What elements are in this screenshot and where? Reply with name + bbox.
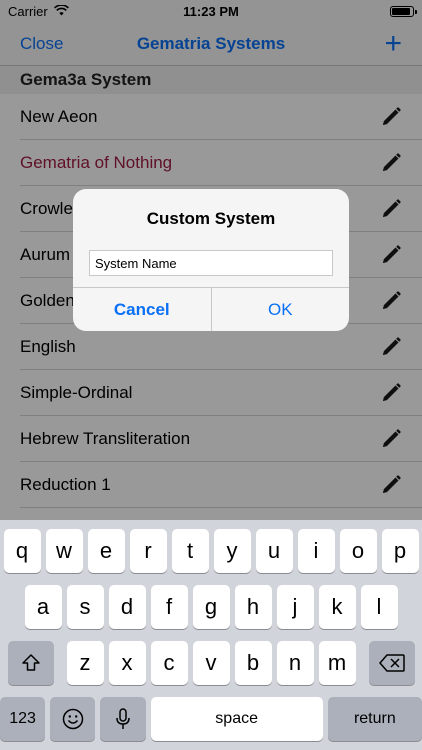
shift-key[interactable] (7, 641, 54, 685)
microphone-icon (116, 708, 130, 729)
key-i[interactable]: i (297, 529, 335, 573)
key-k[interactable]: k (318, 585, 356, 629)
key-t[interactable]: t (171, 529, 209, 573)
key-p[interactable]: p (381, 529, 419, 573)
key-d[interactable]: d (108, 585, 146, 629)
custom-system-alert: Custom System System Name Cancel OK (73, 189, 349, 331)
key-z[interactable]: z (66, 641, 104, 685)
return-key[interactable]: return (327, 697, 422, 741)
key-b[interactable]: b (234, 641, 272, 685)
key-v[interactable]: v (192, 641, 230, 685)
keyboard-row-3: zxcvbnm (0, 641, 422, 685)
emoji-key[interactable] (50, 697, 96, 741)
alert-actions: Cancel OK (73, 287, 349, 331)
key-y[interactable]: y (213, 529, 251, 573)
key-s[interactable]: s (66, 585, 104, 629)
delete-key[interactable] (368, 641, 415, 685)
key-r[interactable]: r (129, 529, 167, 573)
numbers-key[interactable]: 123 (0, 697, 46, 741)
key-h[interactable]: h (234, 585, 272, 629)
key-u[interactable]: u (255, 529, 293, 573)
key-o[interactable]: o (339, 529, 377, 573)
keyboard-row-2: asdfghjkl (0, 585, 422, 629)
key-q[interactable]: q (3, 529, 41, 573)
key-j[interactable]: j (276, 585, 314, 629)
cancel-button[interactable]: Cancel (73, 288, 212, 331)
key-n[interactable]: n (276, 641, 314, 685)
keyboard-row-1: qwertyuiop (0, 529, 422, 573)
backspace-icon (378, 654, 405, 672)
key-w[interactable]: w (45, 529, 83, 573)
key-m[interactable]: m (318, 641, 356, 685)
keyboard-row-4: 123 space return (0, 697, 422, 741)
key-g[interactable]: g (192, 585, 230, 629)
key-e[interactable]: e (87, 529, 125, 573)
space-key[interactable]: space (150, 697, 323, 741)
key-c[interactable]: c (150, 641, 188, 685)
emoji-icon (62, 708, 84, 730)
key-x[interactable]: x (108, 641, 146, 685)
ok-button[interactable]: OK (212, 288, 350, 331)
keyboard: qwertyuiop asdfghjkl zxcvbnm 123 space r… (0, 520, 422, 750)
dictation-key[interactable] (100, 697, 146, 741)
key-a[interactable]: a (24, 585, 62, 629)
alert-title: Custom System (146, 209, 276, 228)
system-name-input[interactable]: System Name (89, 250, 333, 276)
shift-icon (21, 654, 40, 671)
key-f[interactable]: f (150, 585, 188, 629)
key-l[interactable]: l (360, 585, 398, 629)
